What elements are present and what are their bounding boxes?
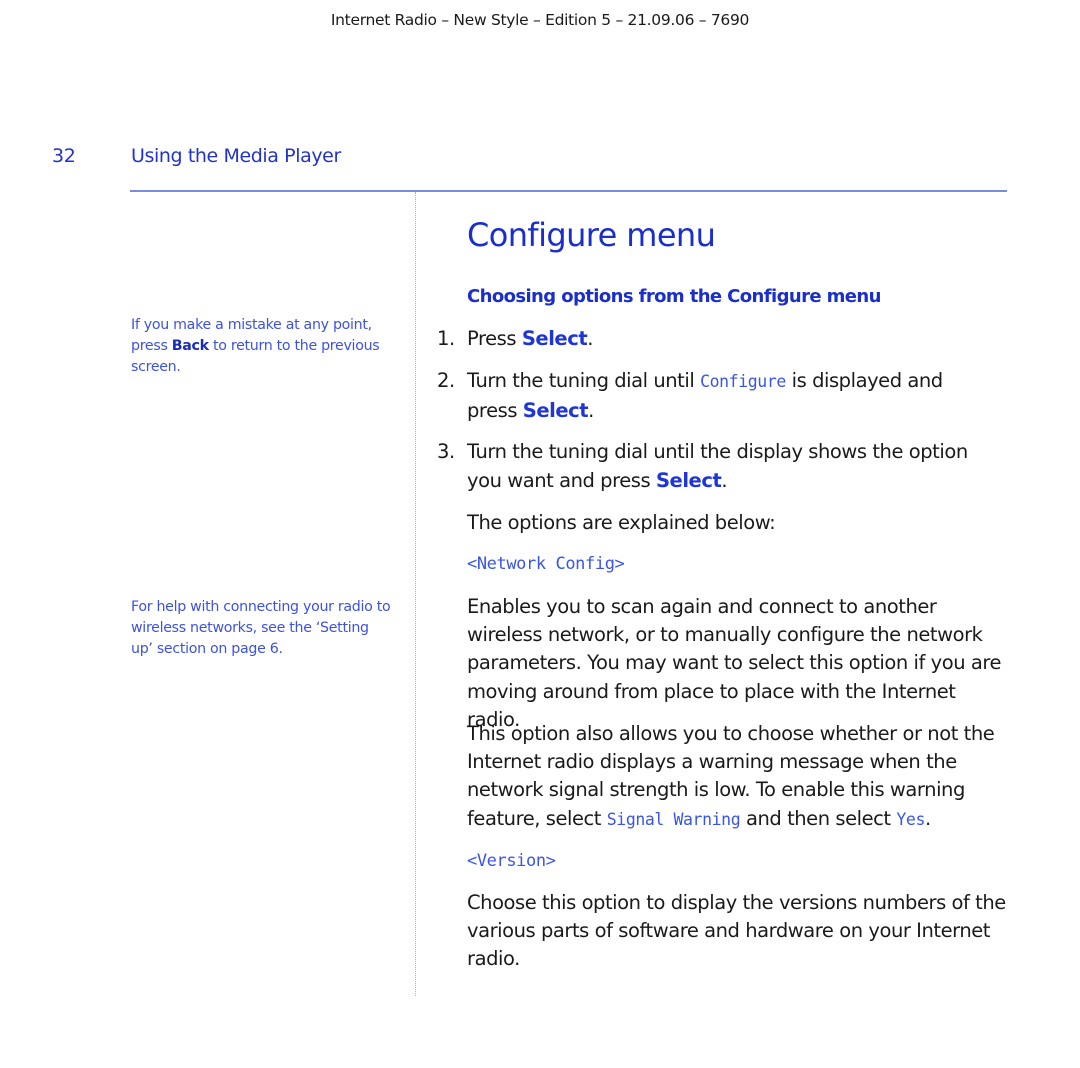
option-description: Enables you to scan again and connect to… xyxy=(467,595,1002,731)
select-key-label: Select xyxy=(522,398,589,422)
option-label-version: <Version> xyxy=(467,851,556,871)
document-header: Internet Radio – New Style – Edition 5 –… xyxy=(330,11,750,29)
sidenote-help: For help with connecting your radio to w… xyxy=(131,597,393,660)
step-number: 1. xyxy=(437,327,455,350)
sidenote-text: For help with connecting your radio to w… xyxy=(131,599,391,657)
select-key-label: Select xyxy=(521,327,588,350)
page-title: Configure menu xyxy=(467,216,716,254)
lcd-text-yes: Yes xyxy=(896,809,925,829)
section-title: Using the Media Player xyxy=(131,145,341,167)
step-text: Press xyxy=(467,327,522,350)
subheading: Choosing options from the Configure menu xyxy=(467,286,881,307)
step-text: Turn the tuning dial until xyxy=(467,369,701,392)
options-intro: The options are explained below: xyxy=(467,511,776,534)
step-item: 1. Press Select. xyxy=(437,325,997,354)
page-number: 32 xyxy=(52,145,76,167)
option-description: This option also allows you to choose wh… xyxy=(467,720,1007,834)
paragraph-text: and then select xyxy=(740,806,897,830)
step-text: . xyxy=(588,398,594,422)
step-text: . xyxy=(587,327,593,350)
sidenote-mistake: If you make a mistake at any point, pres… xyxy=(131,315,393,378)
step-text: . xyxy=(721,468,728,492)
horizontal-rule xyxy=(130,190,1007,192)
step-item: 2. Turn the tuning dial until Configure … xyxy=(437,367,997,425)
step-item: 3. Turn the tuning dial until the displa… xyxy=(437,438,997,495)
paragraph-text: . xyxy=(924,806,931,830)
option-label-network-config: <Network Config> xyxy=(467,554,625,574)
lcd-text-configure: Configure xyxy=(700,372,786,391)
step-number: 2. xyxy=(437,369,455,392)
back-key-label: Back xyxy=(171,338,209,354)
lcd-text-signal-warning: Signal Warning xyxy=(606,809,741,829)
option-description: Choose this option to display the versio… xyxy=(467,891,1006,971)
column-divider xyxy=(415,192,416,996)
step-number: 3. xyxy=(437,440,455,463)
select-key-label: Select xyxy=(655,468,722,492)
